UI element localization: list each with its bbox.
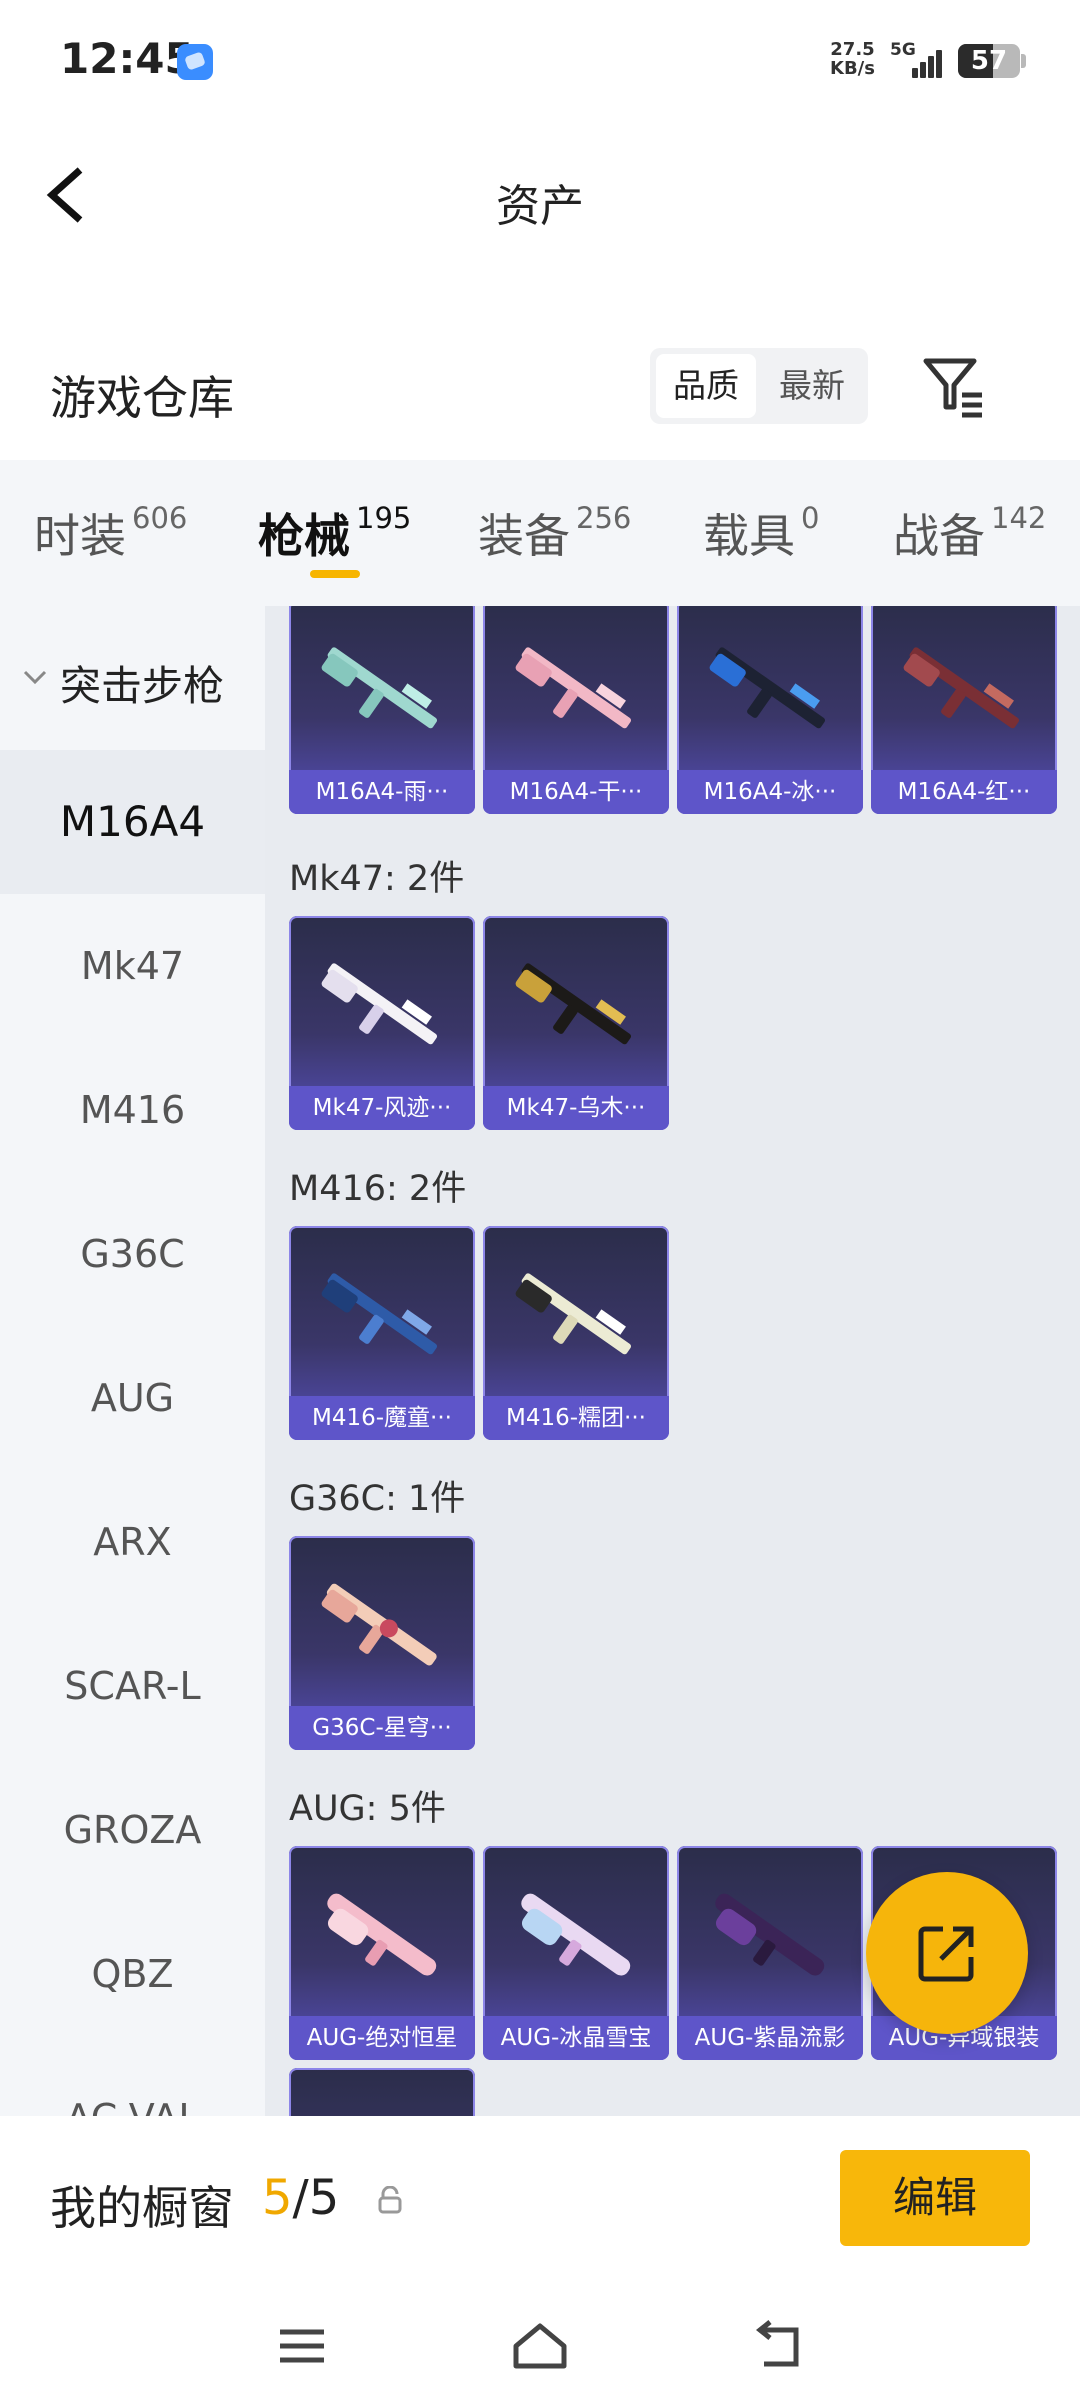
section-title-mk47: Mk47: 2件 [289,859,465,899]
skin-card[interactable]: AUG-绝对恒星 [289,1846,475,2060]
app-header: 资产 [0,120,1080,270]
skin-card[interactable]: Mk47-风迹··· [289,916,475,1130]
chevron-down-icon [23,670,47,685]
tab-firearms[interactable]: 枪械 195 [258,500,411,566]
sort-option-newest[interactable]: 最新 [762,354,862,418]
rifle-skin-icon [321,647,438,729]
tab-fashion[interactable]: 时装 606 [34,500,187,566]
section-title-aug: AUG: 5件 [289,1789,446,1829]
battery-icon: 57 [958,44,1020,78]
rifle-skin-icon [321,963,438,1045]
rifle-skin-icon [903,647,1020,729]
network-speed: 27.5 KB/s [830,39,875,79]
showcase-bar: 我的橱窗 5/5 编辑 [0,2116,1080,2288]
sort-toggle: 品质 最新 [650,348,868,424]
skin-name: M16A4-红··· [871,770,1057,814]
skin-card[interactable]: AUG-冰晶雪宝 [483,1846,669,2060]
skin-name: M16A4-干··· [483,770,669,814]
edit-button[interactable]: 编辑 [840,2150,1030,2246]
skin-card[interactable]: Mk47-乌木··· [483,916,669,1130]
skin-name: G36C-星穹··· [289,1706,475,1750]
skin-card[interactable]: M416-魔童··· [289,1226,475,1440]
weapon-sidebar: 突击步枪 M16A4 Mk47 M416 G36C AUG ARX SCAR-L… [0,606,265,2116]
skin-card[interactable]: G36C-星穹··· [289,1536,475,1750]
sidebar-item-scar-l[interactable]: SCAR-L [0,1614,265,1758]
battery-level: 57 [970,46,1008,76]
home-icon[interactable] [508,2316,572,2376]
lock-icon [378,2186,402,2214]
skin-name: Mk47-风迹··· [289,1086,475,1130]
showcase-count: 5/5 [262,2170,340,2226]
sidebar-item-mk47[interactable]: Mk47 [0,894,265,1038]
sidebar-item-m16a4[interactable]: M16A4 [0,750,265,894]
skin-card[interactable] [289,2068,475,2116]
sidebar-group-assault-rifles[interactable]: 突击步枪 [0,606,265,750]
tab-equipment[interactable]: 装备 256 [478,500,631,566]
sidebar-item-groza[interactable]: GROZA [0,1758,265,1902]
signal-icon [912,48,950,78]
rifle-skin-icon [327,1893,437,1976]
category-tabs: 时装 606 枪械 195 装备 256 载具 0 战备 142 [0,460,1080,606]
filter-button[interactable] [920,355,986,419]
tab-combat-gear[interactable]: 战备 142 [893,500,1046,566]
rifle-skin-icon [715,1893,825,1976]
rifle-skin-icon [321,1583,437,1666]
rifle-skin-icon [709,647,826,729]
skin-name: M16A4-冰··· [677,770,863,814]
sidebar-item-ac-val[interactable]: AC-VAL [0,2046,265,2116]
back-icon[interactable] [746,2316,810,2376]
sidebar-item-g36c[interactable]: G36C [0,1182,265,1326]
section-title-g36c: G36C: 1件 [289,1479,466,1519]
system-navbar [0,2288,1080,2408]
sidebar-item-arx[interactable]: ARX [0,1470,265,1614]
rifle-skin-icon [515,963,632,1045]
rifle-skin-icon [515,647,632,729]
sidebar-item-qbz[interactable]: QBZ [0,1902,265,2046]
skin-name: Mk47-乌木··· [483,1086,669,1130]
battery-tip [1021,54,1026,68]
notification-app-icon [177,44,213,80]
share-icon [918,1926,974,1982]
skin-name: AUG-紫晶流影 [677,2016,863,2060]
share-button[interactable] [866,1872,1028,2034]
menu-icon[interactable] [270,2316,334,2376]
rifle-skin-icon [515,1273,632,1355]
page-title: 资产 [496,181,584,232]
sidebar-item-m416[interactable]: M416 [0,1038,265,1182]
status-time: 12:45 [60,34,194,83]
skin-card[interactable]: AUG-紫晶流影 [677,1846,863,2060]
skin-name: AUG-绝对恒星 [289,2016,475,2060]
sidebar-item-aug[interactable]: AUG [0,1326,265,1470]
skin-card[interactable]: M16A4-红··· [871,606,1057,814]
skin-name: M416-魔童··· [289,1396,475,1440]
skin-card[interactable]: M16A4-冰··· [677,606,863,814]
showcase-label: 我的橱窗 [50,2181,234,2235]
skin-name: AUG-冰晶雪宝 [483,2016,669,2060]
skin-name: M416-糯团··· [483,1396,669,1440]
filter-icon [923,358,982,418]
section-title-m416: M416: 2件 [289,1169,467,1209]
rifle-skin-icon [321,1273,438,1355]
tab-vehicles[interactable]: 载具 0 [703,500,819,566]
status-bar: 12:45 27.5 KB/s 5G 57 [0,0,1080,120]
skin-card[interactable]: M16A4-雨··· [289,606,475,814]
sort-option-quality[interactable]: 品质 [656,354,756,418]
skin-card[interactable]: M416-糯团··· [483,1226,669,1440]
skin-card[interactable]: M16A4-干··· [483,606,669,814]
active-tab-indicator [310,570,360,578]
skin-name: M16A4-雨··· [289,770,475,814]
warehouse-title: 游戏仓库 [50,371,234,425]
rifle-skin-icon [521,1893,631,1976]
